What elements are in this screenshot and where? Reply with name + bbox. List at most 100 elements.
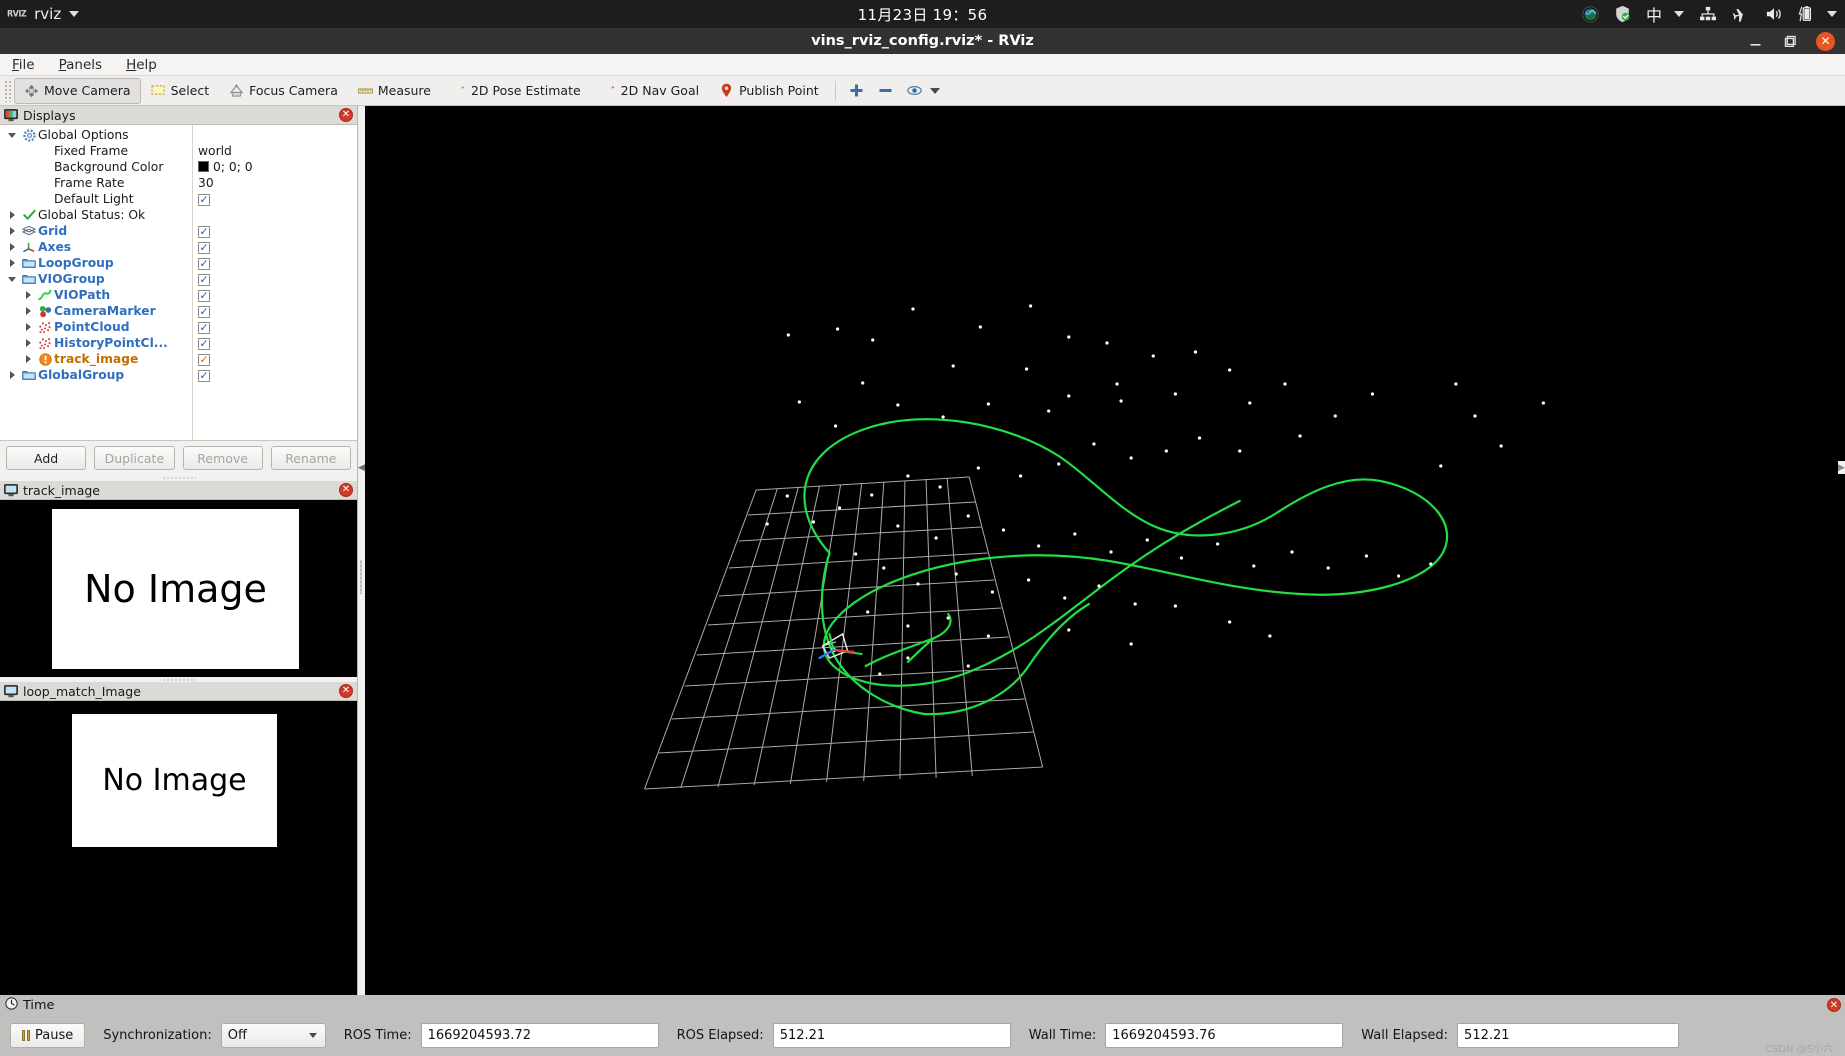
tree-item-frame-rate-value[interactable]: 30 xyxy=(198,176,214,190)
shield-icon[interactable] xyxy=(1614,5,1631,23)
publish-point-pin-icon xyxy=(719,83,734,98)
tree-item-historypointcloud[interactable]: HistoryPointCl... ✓ xyxy=(0,335,357,351)
warning-icon xyxy=(36,352,54,366)
tree-item-grid-checkbox[interactable]: ✓ xyxy=(198,224,210,238)
tree-item-grid[interactable]: Grid ✓ xyxy=(0,223,357,239)
chevron-right-icon[interactable] xyxy=(4,371,20,379)
tree-item-cameramarker[interactable]: CameraMarker ✓ xyxy=(0,303,357,319)
tree-item-loopgroup-label: LoopGroup xyxy=(38,256,114,270)
chevron-down-icon[interactable] xyxy=(929,87,940,94)
chevron-down-icon[interactable] xyxy=(1674,11,1684,17)
pointcloud-icon xyxy=(36,321,54,334)
toolbar-grip[interactable] xyxy=(4,79,12,102)
tree-item-fixed-frame-value[interactable]: world xyxy=(198,144,232,158)
chevron-right-icon[interactable] xyxy=(4,259,20,267)
tree-item-loopgroup-checkbox[interactable]: ✓ xyxy=(198,256,210,270)
tool-measure[interactable]: Measure xyxy=(348,78,441,104)
close-button[interactable]: ✕ xyxy=(1816,31,1835,51)
tree-item-globalgroup-checkbox[interactable]: ✓ xyxy=(198,368,210,382)
tree-item-viopath-checkbox[interactable]: ✓ xyxy=(198,288,210,302)
tool-2d-nav-goal[interactable]: 2D Nav Goal xyxy=(591,78,709,104)
ros-time-field[interactable]: 1669204593.72 xyxy=(420,1022,659,1048)
add-display-button[interactable]: Add xyxy=(6,446,87,470)
volume-icon[interactable] xyxy=(1765,6,1783,22)
render-viewport-3d[interactable]: ▶ xyxy=(365,106,1845,1047)
collapse-left-dock-icon[interactable]: ◀ xyxy=(358,461,365,474)
tree-item-viopath[interactable]: VIOPath ✓ xyxy=(0,287,357,303)
chevron-down-icon[interactable] xyxy=(308,1032,317,1038)
rename-display-button[interactable]: Rename xyxy=(270,446,351,470)
tree-item-global-status[interactable]: Global Status: Ok xyxy=(0,207,357,223)
add-tool-button[interactable] xyxy=(842,78,871,104)
tree-item-viogroup[interactable]: VIOGroup ✓ xyxy=(0,271,357,287)
tree-item-globalgroup[interactable]: GlobalGroup ✓ xyxy=(0,367,357,383)
tree-item-axes-checkbox[interactable]: ✓ xyxy=(198,240,210,254)
chevron-right-icon[interactable] xyxy=(20,339,36,347)
tree-item-background-color-value[interactable]: 0; 0; 0 xyxy=(198,160,253,174)
tree-item-global-options[interactable]: Global Options xyxy=(0,127,357,143)
wall-elapsed-field[interactable]: 512.21 xyxy=(1457,1022,1680,1048)
tree-item-frame-rate[interactable]: Frame Rate 30 xyxy=(0,175,357,191)
chevron-down-icon[interactable] xyxy=(4,276,20,282)
vertical-splitter[interactable]: ◀ xyxy=(358,106,365,1047)
track-image-view[interactable]: No Image xyxy=(0,500,357,677)
move-camera-icon xyxy=(24,83,39,98)
airplane-icon[interactable] xyxy=(1732,6,1750,23)
tree-item-default-light[interactable]: Default Light ✓ xyxy=(0,191,357,207)
globe-icon[interactable] xyxy=(1582,5,1599,23)
track-image-noimage-box: No Image xyxy=(52,509,299,669)
tool-focus-camera[interactable]: Focus Camera xyxy=(219,78,348,104)
chevron-right-icon[interactable] xyxy=(4,243,20,251)
ros-elapsed-field[interactable]: 512.21 xyxy=(772,1022,1011,1048)
chevron-right-icon[interactable] xyxy=(20,291,36,299)
tool-select[interactable]: Select xyxy=(141,78,220,104)
minimize-button[interactable] xyxy=(1746,32,1764,50)
tree-item-fixed-frame[interactable]: Fixed Frame world xyxy=(0,143,357,159)
synchronization-select[interactable]: Off xyxy=(220,1022,326,1048)
ros-elapsed-label: ROS Elapsed: xyxy=(676,1027,764,1043)
tree-item-default-light-checkbox[interactable]: ✓ xyxy=(198,192,210,206)
tree-item-track-image[interactable]: track_image ✓ xyxy=(0,351,357,367)
battery-icon[interactable] xyxy=(1798,5,1812,23)
tree-item-viogroup-checkbox[interactable]: ✓ xyxy=(198,272,210,286)
tree-item-cameramarker-checkbox[interactable]: ✓ xyxy=(198,304,210,318)
chevron-right-icon[interactable] xyxy=(20,355,36,363)
wall-time-field[interactable]: 1669204593.76 xyxy=(1105,1022,1344,1048)
close-icon[interactable]: ✕ xyxy=(1827,998,1841,1012)
tree-item-background-color[interactable]: Background Color 0; 0; 0 xyxy=(0,159,357,175)
menu-file[interactable]: File xyxy=(8,56,39,74)
menu-panels[interactable]: Panels xyxy=(55,56,106,74)
chevron-down-icon[interactable] xyxy=(4,132,20,138)
tree-item-pointcloud-checkbox[interactable]: ✓ xyxy=(198,320,210,334)
network-icon[interactable] xyxy=(1699,6,1717,22)
menu-help[interactable]: Help xyxy=(122,56,161,74)
tree-item-track-image-checkbox[interactable]: ✓ xyxy=(198,352,210,366)
displays-panel-header: Displays ✕ xyxy=(0,106,357,125)
remove-display-button[interactable]: Remove xyxy=(182,446,263,470)
tree-item-axes[interactable]: Axes ✓ xyxy=(0,239,357,255)
tool-publish-point[interactable]: Publish Point xyxy=(709,78,829,104)
desktop-clock[interactable]: 11月23日 19：56 xyxy=(0,4,1845,25)
close-icon[interactable]: ✕ xyxy=(339,684,353,698)
displays-tree[interactable]: Global Options Fixed Frame world Background… xyxy=(0,125,357,441)
color-swatch xyxy=(198,161,209,172)
duplicate-display-button[interactable]: Duplicate xyxy=(94,446,175,470)
tool-2d-pose-estimate[interactable]: 2D Pose Estimate xyxy=(441,78,591,104)
tool-move-camera[interactable]: Move Camera xyxy=(14,77,141,104)
maximize-button[interactable] xyxy=(1781,32,1799,50)
chevron-right-icon[interactable] xyxy=(4,211,20,219)
tree-item-loopgroup[interactable]: LoopGroup ✓ xyxy=(0,255,357,271)
tool-properties-button[interactable] xyxy=(900,78,947,104)
chevron-right-icon[interactable] xyxy=(4,227,20,235)
close-icon[interactable]: ✕ xyxy=(339,483,353,497)
remove-tool-button[interactable] xyxy=(871,78,900,104)
tree-item-pointcloud[interactable]: PointCloud ✓ xyxy=(0,319,357,335)
collapse-right-dock-icon[interactable]: ▶ xyxy=(1838,461,1845,474)
tree-item-historypointcloud-checkbox[interactable]: ✓ xyxy=(198,336,210,350)
close-icon[interactable]: ✕ xyxy=(339,108,353,122)
pause-button[interactable]: Pause xyxy=(10,1022,86,1048)
chevron-down-icon[interactable] xyxy=(1827,11,1837,17)
chevron-right-icon[interactable] xyxy=(20,307,36,315)
chevron-right-icon[interactable] xyxy=(20,323,36,331)
input-method-icon[interactable]: 中 xyxy=(1646,2,1684,26)
